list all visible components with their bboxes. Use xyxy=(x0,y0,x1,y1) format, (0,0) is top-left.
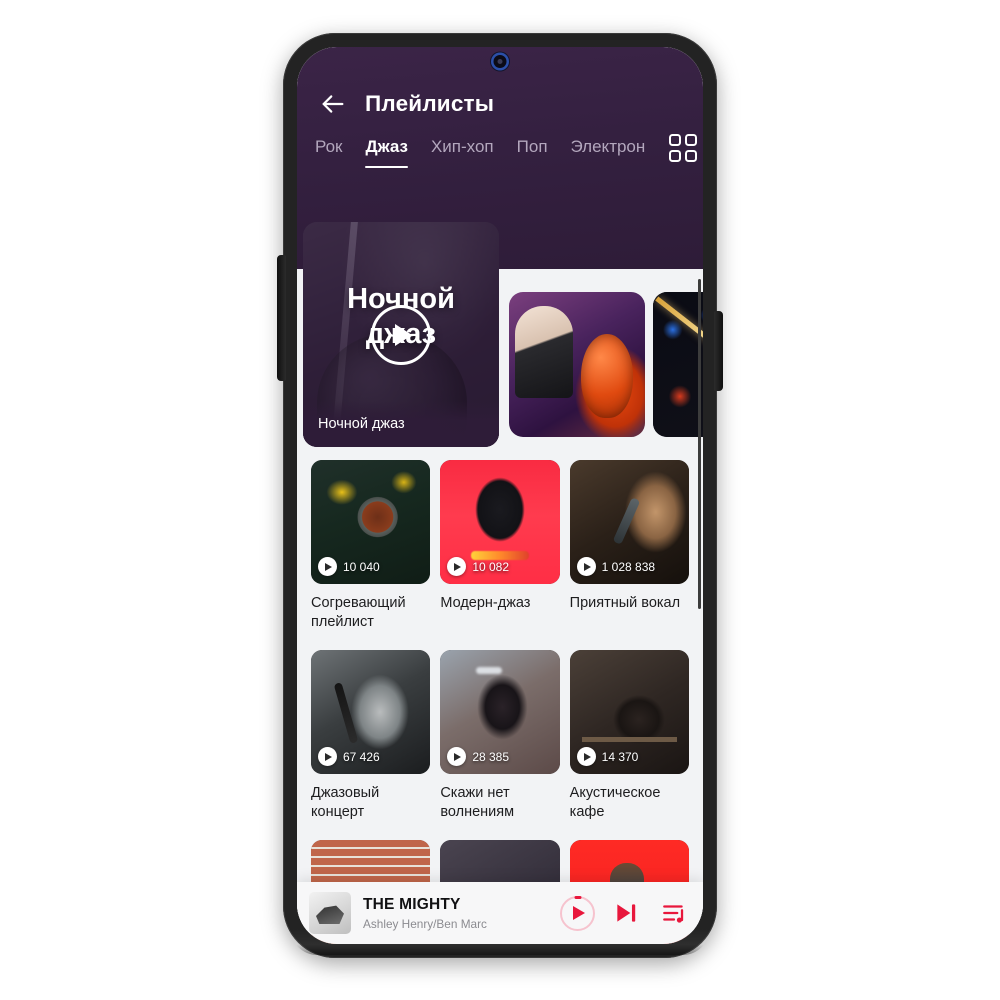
row-spacer xyxy=(311,631,430,650)
tab-label: Хип-хоп xyxy=(430,137,494,156)
now-playing-artist: Ashley Henry/Ben Marc xyxy=(363,916,487,931)
play-badge-icon xyxy=(318,747,337,767)
play-count-value: 10 082 xyxy=(472,559,510,574)
back-arrow-icon[interactable] xyxy=(319,90,347,118)
featured-caption: Ночной джаз xyxy=(303,401,499,447)
front-camera-icon xyxy=(493,55,507,68)
play-count: 67 426 xyxy=(318,747,380,767)
tab-hiphop[interactable]: Хип-хоп xyxy=(431,135,494,157)
play-badge-icon xyxy=(318,557,337,576)
playlist-card[interactable]: 10 082 Модерн-джаз xyxy=(440,460,560,631)
tab-label: Джаз xyxy=(365,137,408,156)
play-badge-icon xyxy=(576,557,596,576)
row-spacer xyxy=(570,631,689,650)
phone-screen: Плейлисты Рок Джаз Хип-хоп Поп Электрон … xyxy=(297,47,703,944)
playlist-title: Приятный вокал xyxy=(569,595,681,611)
playlist-queue-icon[interactable] xyxy=(661,900,687,926)
play-count-value: 67 426 xyxy=(343,749,380,764)
carousel-thumb-bokeh[interactable] xyxy=(653,292,703,437)
row-spacer xyxy=(440,631,559,650)
vertical-scrollbar[interactable] xyxy=(697,279,701,609)
play-count: 10 082 xyxy=(447,557,509,576)
tab-jazz[interactable]: Джаз xyxy=(365,135,408,168)
playlist-title: Скажи нет волнениям xyxy=(440,785,515,820)
volume-rocker-button[interactable] xyxy=(277,255,286,381)
thumb-artwork xyxy=(509,292,645,437)
tab-label: Поп xyxy=(516,137,548,156)
tab-pop[interactable]: Поп xyxy=(517,135,548,157)
playlist-thumbnail: 10 082 xyxy=(440,460,560,584)
active-tab-indicator xyxy=(365,165,408,168)
grid-cell xyxy=(669,134,681,146)
playlist-title: Модерн-джаз xyxy=(440,595,531,611)
play-count: 28 385 xyxy=(447,747,510,767)
play-count: 14 370 xyxy=(576,747,639,767)
mini-player-bar: THE MIGHTY Ashley Henry/Ben Marc xyxy=(297,882,703,944)
play-badge-icon xyxy=(576,747,596,767)
playlist-thumbnail: 67 426 xyxy=(311,650,431,775)
play-count-value: 28 385 xyxy=(472,749,510,764)
playlist-card[interactable]: 28 385 Скажи нет волнениям xyxy=(440,650,560,821)
skip-next-icon[interactable] xyxy=(613,900,639,926)
grid-cell xyxy=(669,150,681,162)
grid-view-icon[interactable] xyxy=(669,134,699,164)
play-count: 1 028 838 xyxy=(576,557,656,576)
playlist-card[interactable]: 1 028 838 Приятный вокал xyxy=(569,460,689,631)
play-count-value: 14 370 xyxy=(601,749,639,764)
category-tabs: Рок Джаз Хип-хоп Поп Электрон xyxy=(297,134,703,179)
grid-cell xyxy=(685,150,697,162)
tab-rock[interactable]: Рок xyxy=(315,135,342,157)
title-bar: Плейлисты xyxy=(297,81,703,127)
playlist-thumbnail: 28 385 xyxy=(440,650,560,775)
row-spacer xyxy=(570,821,689,840)
playlist-card[interactable]: 10 040 Согревающий плейлист xyxy=(311,460,431,631)
play-triangle xyxy=(395,323,412,346)
play-badge-icon xyxy=(447,747,467,767)
play-count-value: 1 028 838 xyxy=(601,559,656,574)
page-title: Плейлисты xyxy=(365,91,495,116)
tab-electronic[interactable]: Электрон xyxy=(571,135,646,157)
playlist-title: Согревающий плейлист xyxy=(311,595,406,630)
featured-playlist-card[interactable]: Ночной джаз Ночной джаз xyxy=(303,222,499,447)
phone-device: Плейлисты Рок Джаз Хип-хоп Поп Электрон … xyxy=(277,33,723,958)
now-playing-artwork[interactable] xyxy=(309,892,351,934)
play-badge-icon xyxy=(447,557,467,576)
now-playing-title: THE MIGHTY xyxy=(363,895,461,913)
tab-label: Рок xyxy=(315,137,343,156)
play-count: 10 040 xyxy=(318,557,380,576)
playlist-card[interactable]: 14 370 Акустическое кафе xyxy=(569,650,689,821)
play-icon[interactable] xyxy=(560,895,595,931)
playlist-grid: 10 040 Согревающий плейлист 10 082 Модер… xyxy=(297,460,703,944)
playlist-title: Акустическое кафе xyxy=(569,785,661,820)
row-spacer xyxy=(311,821,430,840)
play-circle-icon[interactable] xyxy=(371,304,431,365)
playlist-thumbnail: 1 028 838 xyxy=(569,460,689,584)
grid-cell xyxy=(685,134,697,146)
row-spacer xyxy=(440,821,559,840)
playlist-card[interactable]: 67 426 Джазовый концерт xyxy=(311,650,431,821)
now-playing-meta[interactable]: THE MIGHTY Ashley Henry/Ben Marc xyxy=(363,896,560,931)
playlist-thumbnail: 14 370 xyxy=(569,650,689,775)
tab-list: Рок Джаз Хип-хоп Поп Электрон xyxy=(315,135,667,179)
tab-label: Электрон xyxy=(570,137,646,156)
carousel-thumb-mural[interactable] xyxy=(509,292,645,437)
play-triangle xyxy=(573,906,585,920)
thumb-artwork xyxy=(653,292,703,437)
playlist-title: Джазовый концерт xyxy=(311,785,380,820)
power-button[interactable] xyxy=(714,311,723,391)
play-count-value: 10 040 xyxy=(343,559,380,574)
playlist-thumbnail: 10 040 xyxy=(311,460,431,584)
